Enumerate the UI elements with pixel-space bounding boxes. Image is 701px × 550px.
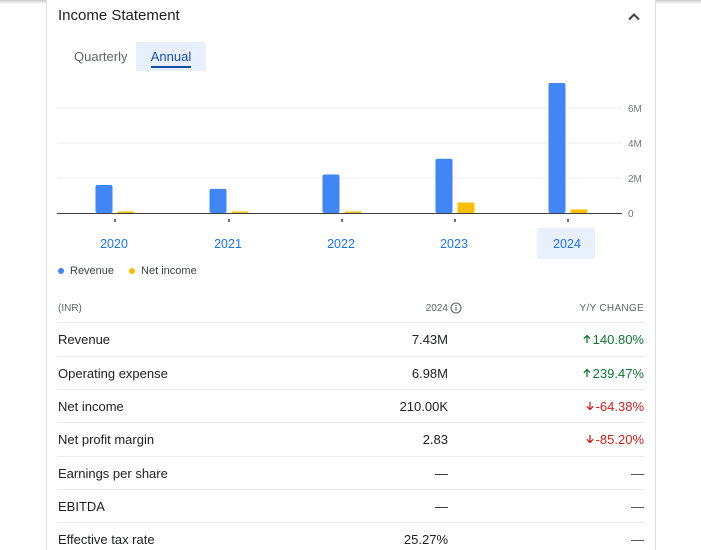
- net-income-bar[interactable]: [344, 211, 362, 214]
- x-tick-label-year[interactable]: 2021: [214, 237, 242, 251]
- net-income-bar[interactable]: [117, 211, 135, 214]
- row-change-text: —: [631, 466, 644, 481]
- row-value: —: [435, 466, 448, 481]
- row-value: —: [435, 499, 448, 514]
- row-label: EBITDA: [58, 499, 105, 514]
- x-tick-label-year[interactable]: 2024: [553, 237, 581, 251]
- row-label: Net income: [58, 399, 124, 414]
- row-value: 7.43M: [411, 332, 448, 347]
- row-value: 25.27%: [403, 532, 448, 547]
- revenue-bar[interactable]: [95, 185, 113, 213]
- table-row: Operating expense 6.98M 239.47%: [57, 356, 644, 389]
- info-icon[interactable]: [450, 302, 462, 314]
- legend-net-income-label: Net income: [141, 265, 197, 277]
- currency-label: (INR): [58, 303, 82, 314]
- table-row: EBITDA — —: [57, 489, 644, 522]
- legend-revenue-label: Revenue: [70, 265, 115, 277]
- net-income-bar[interactable]: [457, 202, 475, 214]
- table-row: Effective tax rate 25.27% —: [57, 522, 644, 550]
- arrow-down-icon: [585, 402, 594, 411]
- row-change: -85.20%: [585, 432, 644, 447]
- arrow-down-icon: [585, 435, 594, 444]
- row-change: —: [631, 466, 644, 481]
- row-change-text: 140.80%: [592, 332, 644, 347]
- arrow-up-icon: [583, 368, 591, 377]
- y-tick-label: 4M: [628, 139, 642, 150]
- row-change-text: —: [631, 532, 644, 547]
- row-change: 140.80%: [582, 332, 644, 347]
- y-tick-label: 2M: [628, 174, 642, 185]
- row-change: -64.38%: [585, 399, 644, 414]
- year-column-header: 2024: [425, 303, 448, 314]
- row-value: 210.00K: [399, 399, 448, 414]
- row-change: —: [631, 532, 644, 547]
- row-label: Earnings per share: [58, 466, 168, 481]
- table-row: Net profit margin 2.83 -85.20%: [57, 422, 644, 455]
- row-change: 239.47%: [582, 366, 644, 381]
- row-change-text: —: [631, 499, 644, 514]
- row-label: Effective tax rate: [58, 532, 155, 547]
- row-label: Net profit margin: [58, 432, 155, 447]
- legend-net-income: Net income: [129, 265, 197, 277]
- revenue-bar[interactable]: [435, 158, 453, 213]
- table-row: Earnings per share — —: [57, 456, 644, 489]
- income-chart: 0 2M 4M 6M 2020 2021 2022 2023 2024: [57, 82, 642, 259]
- row-change-text: -64.38%: [595, 399, 644, 414]
- row-value: 2.83: [422, 432, 448, 447]
- net-income-bar[interactable]: [570, 209, 588, 213]
- y-tick-label: 0: [628, 209, 634, 220]
- revenue-bar[interactable]: [209, 188, 227, 213]
- x-tick-label-year[interactable]: 2020: [100, 237, 128, 251]
- row-change-text: -85.20%: [595, 432, 644, 447]
- table-header: (INR) 2024 Y/Y CHANGE: [57, 300, 644, 322]
- revenue-bar[interactable]: [322, 174, 340, 214]
- table-row: Revenue 7.43M 140.80%: [57, 322, 644, 355]
- y-tick-label: 6M: [628, 104, 642, 115]
- arrow-up-icon: [583, 334, 591, 343]
- yy-change-column-header: Y/Y CHANGE: [579, 303, 644, 314]
- row-change: —: [631, 499, 644, 514]
- x-tick-label-year[interactable]: 2022: [327, 237, 355, 251]
- x-tick-label-year[interactable]: 2023: [440, 237, 468, 251]
- row-value: 6.98M: [411, 366, 448, 381]
- chart-legend: Revenue Net income: [58, 265, 197, 277]
- row-label: Revenue: [58, 332, 111, 347]
- revenue-dot-icon: [58, 268, 64, 274]
- revenue-bar[interactable]: [548, 82, 566, 213]
- net-income-bar[interactable]: [231, 211, 249, 214]
- row-change-text: 239.47%: [592, 366, 644, 381]
- row-label: Operating expense: [58, 366, 168, 381]
- net-income-dot-icon: [129, 268, 136, 274]
- legend-revenue: Revenue: [58, 265, 114, 277]
- table-row: Net income 210.00K -64.38%: [57, 389, 644, 422]
